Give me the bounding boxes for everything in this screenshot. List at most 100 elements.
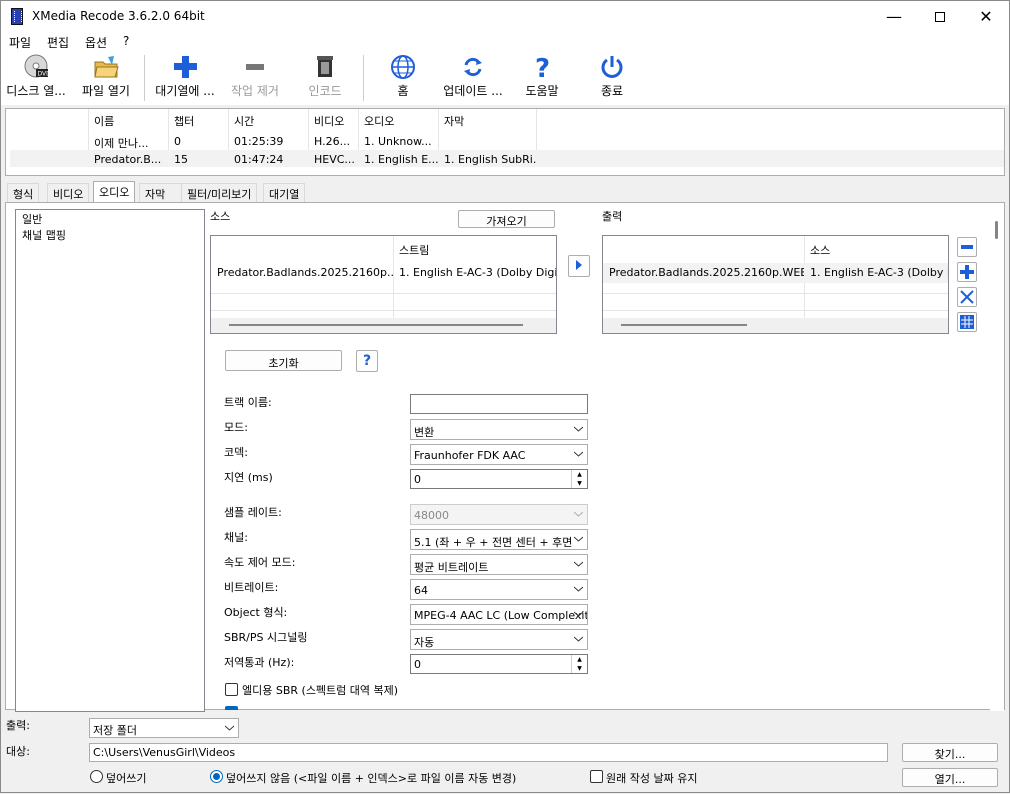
track-name-label: 트랙 이름: xyxy=(224,396,272,409)
add-queue-button[interactable]: 대기열에 ... xyxy=(151,53,219,103)
file-open-button[interactable]: 파일 열기 xyxy=(73,53,139,103)
update-button[interactable]: 업데이트 ... xyxy=(437,53,509,103)
source-label: 소스 xyxy=(210,210,231,223)
menu-help[interactable]: ? xyxy=(123,34,129,48)
svg-text:DVD: DVD xyxy=(38,71,50,78)
chevron-down-icon xyxy=(574,561,583,567)
delay-spinner[interactable]: ▲ ▼ xyxy=(571,470,587,488)
no-overwrite-label: 덮어쓰지 않음 (<파일 이름 + 인덱스>로 파일 이름 자동 변경) xyxy=(226,772,517,785)
menu-edit[interactable]: 편집 xyxy=(47,34,69,51)
track-name-input[interactable] xyxy=(410,394,588,414)
mode-select[interactable]: 변환 xyxy=(410,419,588,440)
tree-item-channel-mapping[interactable]: 채널 맵핑 xyxy=(16,226,204,242)
home-label: 홈 xyxy=(397,84,409,98)
queue-cell: 1. English E... xyxy=(364,153,438,166)
ratecontrol-select[interactable]: 평균 비트레이트 xyxy=(410,554,588,575)
delay-value: 0 xyxy=(414,473,421,486)
queue-header-subtitle[interactable]: 자막 xyxy=(444,113,464,129)
disc-open-button[interactable]: DVD 디스크 열... xyxy=(3,53,69,103)
maximize-icon[interactable] xyxy=(917,1,963,32)
panel-vscroll[interactable] xyxy=(990,203,1004,711)
tab-audio[interactable]: 오디오 xyxy=(93,181,136,203)
settings-help-button[interactable]: ? xyxy=(356,350,378,372)
object-type-select[interactable]: MPEG-4 AAC LC (Low Complexity xyxy=(410,604,588,625)
tab-filter-preview[interactable]: 필터/미리보기 xyxy=(181,183,258,202)
output-source-cell[interactable]: 1. English E-AC-3 (Dolby Digi xyxy=(804,263,948,283)
eld-sbr-checkbox[interactable] xyxy=(225,683,238,696)
chevron-down-icon xyxy=(574,611,583,617)
browse-button[interactable]: 찾기... xyxy=(902,743,998,762)
import-button[interactable]: 가져오기 xyxy=(458,210,555,228)
queue-header-video[interactable]: 비디오 xyxy=(314,113,344,129)
chevron-down-icon xyxy=(574,586,583,592)
tab-queue[interactable]: 대기열 xyxy=(263,183,306,202)
track-grid-button[interactable] xyxy=(957,312,977,332)
target-path-input[interactable]: C:\Users\VenusGirl\Videos xyxy=(89,743,888,762)
row-divider xyxy=(211,293,556,294)
minimize-icon[interactable]: — xyxy=(871,1,917,32)
output-grid[interactable]: 소스 Predator.Badlands.2025.2160p.WEB... 1… xyxy=(602,235,949,334)
folder-open-icon xyxy=(94,56,119,78)
menu-options[interactable]: 옵션 xyxy=(85,34,107,51)
scroll-thumb[interactable] xyxy=(621,324,747,326)
delete-track-button[interactable] xyxy=(957,287,977,307)
spin-up-icon[interactable]: ▲ xyxy=(572,470,587,479)
output-hscroll[interactable] xyxy=(603,318,948,333)
source-hscroll[interactable] xyxy=(211,318,556,333)
partial-checkbox[interactable] xyxy=(225,706,238,710)
output-file-cell[interactable]: Predator.Badlands.2025.2160p.WEB... xyxy=(603,263,804,283)
tab-bar: 형식 비디오 오디오 자막 필터/미리보기 대기열 xyxy=(5,181,1005,203)
samplerate-select: 48000 xyxy=(410,504,588,525)
help-button[interactable]: ? 도움말 xyxy=(513,53,571,103)
spin-down-icon[interactable]: ▼ xyxy=(572,479,587,488)
scroll-thumb[interactable] xyxy=(995,221,998,239)
tree-item-general[interactable]: 일반 xyxy=(16,210,204,226)
overwrite-radio[interactable] xyxy=(90,770,103,783)
source-header-stream[interactable]: 스트림 xyxy=(399,242,429,258)
window-title: XMedia Recode 3.6.2.0 64bit xyxy=(32,9,205,23)
source-stream-cell[interactable]: 1. English E-AC-3 (Dolby Digital ... xyxy=(393,263,556,283)
exit-button[interactable]: 종료 xyxy=(583,53,641,103)
output-select[interactable]: 저장 폴더 xyxy=(89,718,239,738)
bitrate-select[interactable]: 64 xyxy=(410,579,588,600)
queue-header-audio[interactable]: 오디오 xyxy=(364,113,394,129)
channels-select[interactable]: 5.1 (좌 + 우 + 전면 센터 + 후면 xyxy=(410,529,588,550)
queue-header-time[interactable]: 시간 xyxy=(234,113,254,129)
codec-label: 코덱: xyxy=(224,446,248,459)
keep-date-checkbox[interactable] xyxy=(590,770,603,783)
lowpass-input[interactable]: 0 ▲ ▼ xyxy=(410,654,588,674)
scroll-thumb[interactable] xyxy=(229,324,523,326)
no-overwrite-radio[interactable] xyxy=(210,770,223,783)
output-header-source[interactable]: 소스 xyxy=(810,242,830,258)
queue-header-name[interactable]: 이름 xyxy=(94,113,114,129)
add-to-output-button[interactable] xyxy=(568,255,590,277)
delay-input[interactable]: 0 ▲ ▼ xyxy=(410,469,588,489)
add-track-button[interactable] xyxy=(957,262,977,282)
delay-label: 지연 (ms) xyxy=(224,471,273,484)
tab-video[interactable]: 비디오 xyxy=(47,183,90,202)
chevron-down-icon xyxy=(574,451,583,457)
tab-format[interactable]: 형식 xyxy=(7,183,40,202)
close-icon[interactable]: ✕ xyxy=(963,1,1009,32)
lowpass-spinner[interactable]: ▲ ▼ xyxy=(571,655,587,673)
home-button[interactable]: 홈 xyxy=(373,53,433,103)
samplerate-value: 48000 xyxy=(414,509,449,522)
reset-button[interactable]: 초기화 xyxy=(225,350,342,371)
codec-select[interactable]: Fraunhofer FDK AAC xyxy=(410,444,588,465)
queue-cell: H.26... xyxy=(314,135,351,148)
menu-file[interactable]: 파일 xyxy=(9,34,31,51)
open-folder-button[interactable]: 열기... xyxy=(902,768,998,787)
source-file-cell[interactable]: Predator.Badlands.2025.2160p.... xyxy=(211,263,393,283)
sbr-select[interactable]: 자동 xyxy=(410,629,588,650)
tab-subtitle[interactable]: 자막 xyxy=(139,183,183,202)
encode-button[interactable]: 인코드 xyxy=(293,53,357,103)
remove-track-button[interactable] xyxy=(957,237,977,257)
remove-job-button[interactable]: 작업 제거 xyxy=(223,53,287,103)
queue-header-chapter[interactable]: 챕터 xyxy=(174,113,194,129)
queue-list[interactable]: 이름 챕터 시간 비디오 오디오 자막 이제 만나... 0 01:25:39 … xyxy=(5,108,1005,176)
source-grid[interactable]: 스트림 Predator.Badlands.2025.2160p.... 1. … xyxy=(210,235,557,334)
object-type-value: MPEG-4 AAC LC (Low Complexity xyxy=(414,609,588,622)
spin-up-icon[interactable]: ▲ xyxy=(572,655,587,664)
audio-tree[interactable]: 일반 채널 맵핑 xyxy=(15,209,205,712)
spin-down-icon[interactable]: ▼ xyxy=(572,664,587,673)
